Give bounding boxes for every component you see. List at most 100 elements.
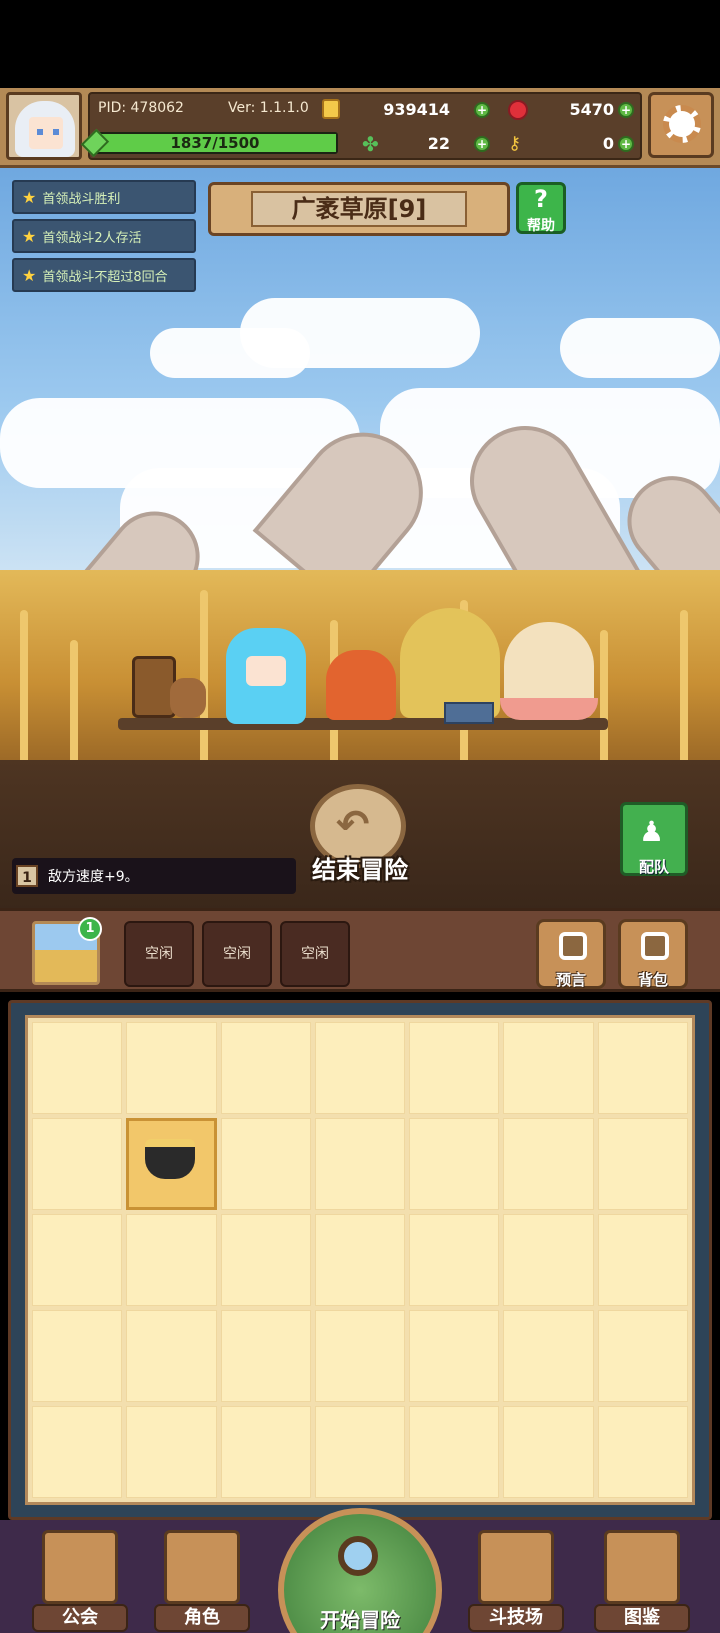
stage-title: 广袤草原[9]	[251, 191, 467, 227]
slot-bar: 1 空闲 空闲 空闲 预言 背包	[0, 908, 720, 992]
inventory-cell[interactable]	[220, 1406, 311, 1498]
inventory-cell[interactable]	[597, 1214, 688, 1306]
idle-slot[interactable]: 空闲	[202, 921, 272, 987]
settings-button[interactable]	[648, 92, 714, 158]
clover-icon: ✤	[362, 132, 379, 156]
inventory-item-cell[interactable]	[126, 1118, 217, 1210]
inventory-cell[interactable]	[314, 1118, 406, 1210]
quest-list: ★ 首领战斗胜利 ★ 首领战斗2人存活 ★ 首领战斗不超过8回合	[12, 180, 196, 297]
nav-codex[interactable]: 图鉴	[594, 1530, 690, 1632]
team-button[interactable]: ♟ 配队	[620, 802, 688, 876]
quest-item[interactable]: ★ 首领战斗不超过8回合	[12, 258, 196, 292]
codex-book-icon	[604, 1530, 680, 1604]
inventory-cell[interactable]	[503, 1214, 594, 1306]
start-adventure-button[interactable]: 开始冒险	[270, 1500, 450, 1633]
ice-girl-face	[246, 656, 286, 686]
fire-character[interactable]	[326, 650, 396, 720]
end-adventure-label: 结束冒险	[312, 856, 408, 884]
grass-blade	[600, 630, 608, 760]
squirrel-character[interactable]	[170, 678, 206, 718]
inventory-grid	[25, 1015, 695, 1505]
version-label: Ver: 1.1.1.0	[228, 100, 309, 116]
inventory-cell[interactable]	[32, 1310, 123, 1402]
cloud	[560, 318, 720, 378]
inventory-cell[interactable]	[503, 1022, 594, 1114]
inventory-cell[interactable]	[409, 1310, 500, 1402]
add-gem-button[interactable]: +	[618, 102, 634, 118]
chest	[444, 702, 494, 724]
inventory-cell[interactable]	[597, 1118, 688, 1210]
inventory-cell[interactable]	[503, 1310, 594, 1402]
key-icon: ⚷	[508, 133, 522, 154]
inventory-cell[interactable]	[314, 1310, 406, 1402]
star-icon: ★	[22, 265, 37, 285]
prophecy-button[interactable]: 预言	[536, 919, 606, 989]
red-gem-icon	[508, 100, 528, 120]
inventory-cell[interactable]	[314, 1406, 406, 1498]
inventory-cell[interactable]	[597, 1310, 688, 1402]
nav-role-label: 角色	[154, 1604, 250, 1632]
inventory-cell[interactable]	[314, 1022, 406, 1114]
inventory-cell[interactable]	[126, 1022, 217, 1114]
inventory-cell[interactable]	[126, 1406, 217, 1498]
inventory-cell[interactable]	[220, 1310, 311, 1402]
nav-arena[interactable]: 斗技场	[468, 1530, 564, 1632]
inventory-cell[interactable]	[32, 1022, 123, 1114]
quest-item[interactable]: ★ 首领战斗胜利	[12, 180, 196, 214]
clam-shell	[500, 698, 598, 720]
backpack-label: 背包	[637, 971, 668, 989]
inventory-cell[interactable]	[220, 1214, 311, 1306]
magnifier-icon	[338, 1536, 378, 1576]
crystal-ball-icon	[559, 932, 587, 960]
inventory-cell[interactable]	[314, 1214, 406, 1306]
inventory-cell[interactable]	[126, 1214, 217, 1306]
gold-amount: 939414	[383, 100, 450, 119]
inventory-cell[interactable]	[409, 1118, 500, 1210]
player-id: PID: 478062	[98, 100, 184, 116]
inventory-cell[interactable]	[220, 1118, 311, 1210]
modifier-number: 1	[16, 865, 38, 887]
add-gold-button[interactable]: +	[474, 102, 490, 118]
cloud	[150, 328, 310, 378]
inventory-cell[interactable]	[503, 1118, 594, 1210]
quest-label: 首领战斗胜利	[42, 191, 121, 207]
inventory-cell[interactable]	[32, 1118, 123, 1210]
return-arrow-icon: ↶	[336, 802, 370, 848]
nav-guild[interactable]: 公会	[32, 1530, 128, 1632]
nav-guild-label: 公会	[32, 1604, 128, 1632]
inventory-cell[interactable]	[503, 1406, 594, 1498]
idle-slot[interactable]: 空闲	[124, 921, 194, 987]
player-avatar[interactable]	[6, 92, 82, 160]
barrel-character[interactable]	[132, 656, 176, 718]
inventory-cell[interactable]	[597, 1022, 688, 1114]
nav-arena-label: 斗技场	[468, 1604, 564, 1632]
backpack-button[interactable]: 背包	[618, 919, 688, 989]
idle-slot[interactable]: 空闲	[280, 921, 350, 987]
star-icon: ★	[22, 226, 37, 246]
inventory-cell[interactable]	[597, 1406, 688, 1498]
question-icon: ?	[534, 185, 548, 213]
grass-blade	[680, 610, 688, 760]
inventory-cell[interactable]	[409, 1214, 500, 1306]
crossed-swords-icon	[478, 1530, 554, 1604]
grass-blade	[70, 640, 78, 760]
inventory-cell[interactable]	[220, 1022, 311, 1114]
experience-bar: 1837/1500	[92, 132, 338, 154]
inventory-cell[interactable]	[409, 1406, 500, 1498]
quest-item[interactable]: ★ 首领战斗2人存活	[12, 219, 196, 253]
nav-role[interactable]: 角色	[154, 1530, 250, 1632]
inventory-cell[interactable]	[409, 1022, 500, 1114]
inventory-cell[interactable]	[32, 1406, 123, 1498]
add-clover-button[interactable]: +	[474, 136, 490, 152]
add-key-button[interactable]: +	[618, 136, 634, 152]
backpack-icon	[641, 932, 669, 960]
help-button[interactable]: ? 帮助	[516, 182, 566, 234]
inventory-cell[interactable]	[32, 1214, 123, 1306]
stage-banner: 广袤草原[9]	[208, 182, 510, 236]
end-adventure-button[interactable]: ↶ 结束冒险	[300, 784, 420, 888]
inventory-cell[interactable]	[126, 1310, 217, 1402]
enemy-modifier: 1 敌方速度+9。	[12, 858, 296, 894]
grass-blade	[200, 590, 208, 760]
avatar-eye	[53, 129, 59, 135]
avatar-eye	[37, 129, 43, 135]
